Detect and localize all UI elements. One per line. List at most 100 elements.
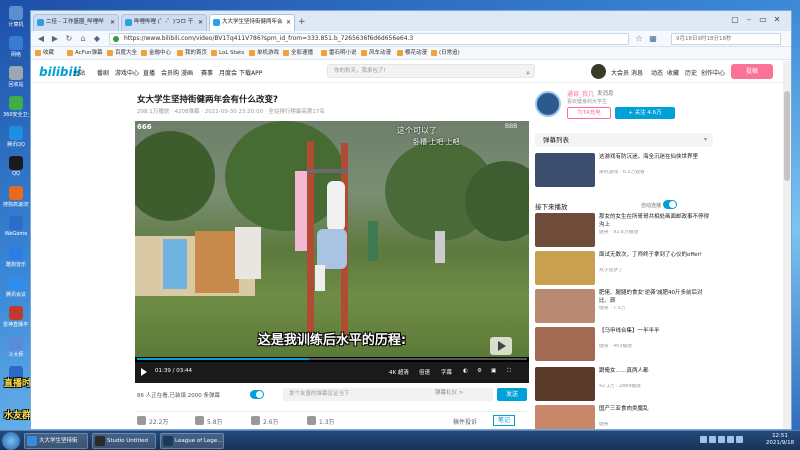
subtitle-toggle[interactable]: 字幕 (441, 368, 452, 376)
recommended-title[interactable]: 那女的女生在所哥哥共相处画面邮政事不停得沟上 (599, 213, 711, 229)
recommended-title[interactable]: 国产三亚食肉类魔乱 (599, 405, 711, 413)
restore-icon[interactable]: ▢ (729, 14, 741, 26)
video-thumbnail[interactable] (535, 367, 595, 401)
user-nav-item[interactable]: 创作中心 (701, 68, 725, 77)
bookmark-item[interactable]: 雷石明小说 (321, 49, 357, 58)
user-nav-item[interactable]: 动态 (651, 68, 663, 77)
desktop-icon[interactable]: 回收站 (3, 64, 29, 94)
site-nav-item[interactable]: 漫画 (181, 68, 193, 77)
taskbar-app-button[interactable]: 大大学生坚持街 (24, 433, 88, 449)
recommended-title[interactable]: 【马甲线合集】一半半半 (599, 327, 711, 335)
upload-button[interactable]: 投稿 (731, 64, 773, 79)
video-frame[interactable]: 666 这个可以了 卧槽·上吧·上吧 BBB 这是我训练后水平的历程: (135, 121, 529, 357)
desktop-icon[interactable]: WeGame (3, 214, 29, 244)
bookmark-item[interactable]: 单机游戏 (249, 49, 279, 58)
user-avatar[interactable] (591, 64, 606, 79)
desktop-icon[interactable]: 360安全卫士 (3, 94, 29, 124)
favorite-button[interactable]: 2.6万 (251, 416, 279, 426)
recommended-title[interactable]: 面试无数次，丁师终于拿到了心仪的offer! (599, 251, 711, 259)
danmaku-etiquette-link[interactable]: 弹幕礼仪 > (435, 387, 463, 400)
site-nav-item[interactable]: 下载APP (239, 68, 262, 77)
volume-icon[interactable] (727, 436, 734, 443)
extension-icon[interactable]: ▦ (647, 33, 659, 45)
bookmark-item[interactable]: 全影速播 (283, 49, 313, 58)
recommended-video[interactable]: 国产三亚食肉类魔乱 健身 (535, 405, 713, 429)
user-nav-item[interactable]: 大会员 (611, 68, 629, 77)
video-thumbnail[interactable] (535, 289, 595, 323)
desktop-icon[interactable]: 计算机 (3, 4, 29, 34)
recommended-video[interactable]: 【马甲线合集】一半半半 健身 · 463播放 (535, 327, 713, 361)
recommended-title[interactable]: 肥佬、腿腿的食女'逆袭'减肥40斤多前后对比、颜 (599, 289, 711, 305)
pip-icon[interactable]: ▣ (491, 368, 496, 374)
taskbar-app-button[interactable]: Studio Untitled (92, 433, 156, 449)
bookmark-item[interactable]: 樱花动漫 (397, 49, 427, 58)
fullscreen-icon[interactable]: ⛶ (507, 368, 511, 375)
desktop-icon[interactable]: 搜狗高速浏览器 (3, 184, 29, 214)
danmaku-toggle[interactable] (250, 390, 264, 399)
url-input[interactable]: https://www.bilibili.com/video/BV1Tq411V… (109, 33, 629, 45)
site-nav-item[interactable]: 会员购 (161, 68, 179, 77)
recommended-title[interactable]: 跟俺女……真两人都 (599, 367, 711, 375)
site-search-input[interactable]: 你的秋天，我承包了! ⌕ (327, 64, 535, 78)
ime-icon[interactable] (736, 436, 743, 443)
bookmark-item[interactable]: 风车动漫 (361, 49, 391, 58)
home-icon[interactable]: ⌂ (77, 33, 89, 45)
refresh-icon[interactable]: ↻ (63, 33, 75, 45)
send-danmaku-button[interactable]: 发送 (497, 388, 527, 401)
maximize-icon[interactable]: ▭ (757, 14, 769, 26)
site-nav-item[interactable]: 月度会 (219, 68, 237, 77)
desktop-icon[interactable]: 腾讯QQ (3, 124, 29, 154)
scroll-thumb[interactable] (784, 91, 790, 181)
play-overlay-icon[interactable] (490, 337, 512, 355)
charge-button[interactable]: 为TA充电 (567, 107, 611, 119)
video-thumbnail[interactable] (535, 251, 595, 285)
volume-icon[interactable]: ◐ (463, 368, 468, 374)
desktop-icon[interactable]: 腾讯会议 (3, 274, 29, 304)
site-nav-item[interactable]: 赛事 (201, 68, 213, 77)
tray-icon[interactable] (700, 436, 707, 443)
site-nav-item[interactable]: 番剧 (97, 68, 109, 77)
uploader-name[interactable]: 通宵_我几 (567, 89, 594, 98)
bookmark-item[interactable]: 我的首页 (177, 49, 207, 58)
progress-bar[interactable] (137, 358, 527, 360)
video-thumbnail[interactable] (535, 213, 595, 247)
tray-icon[interactable] (709, 436, 716, 443)
note-button[interactable]: 笔记 (493, 415, 516, 426)
close-tab-icon[interactable]: ✕ (286, 15, 291, 30)
report-link[interactable]: 稿件投诉 (453, 417, 477, 426)
browser-search-input[interactable]: 9月18日9时18分18秒 (671, 33, 781, 45)
speed-selector[interactable]: 倍速 (419, 368, 430, 376)
bookmark-item[interactable]: 收藏 (35, 49, 54, 58)
follow-button[interactable]: + 关注 4.6万 (615, 107, 675, 119)
recommended-video[interactable]: 跟俺女……真两人都 42.1万 · 2889播放 (535, 367, 713, 401)
forward-icon[interactable]: ▶ (49, 33, 61, 45)
site-nav-item[interactable]: 直播 (143, 68, 155, 77)
bookmark-item[interactable]: 百度大全 (107, 49, 137, 58)
site-nav-item[interactable]: 主站 (73, 68, 85, 77)
shield-icon[interactable]: ◆ (91, 33, 103, 45)
star-bookmark-icon[interactable]: ☆ (633, 33, 645, 45)
start-button[interactable] (2, 432, 20, 450)
page-scrollbar[interactable] (783, 61, 791, 429)
send-message-link[interactable]: 发消息 (597, 89, 614, 97)
close-tab-icon[interactable]: ✕ (110, 15, 115, 30)
network-icon[interactable] (718, 436, 725, 443)
site-nav-item[interactable]: 游戏中心 (115, 68, 139, 77)
user-nav-item[interactable]: 消息 (631, 68, 643, 77)
video-thumbnail[interactable] (535, 327, 595, 361)
tab-1[interactable]: 二佳 - 工作篮圈_哔哩哔 ✕ (33, 14, 119, 31)
user-nav-item[interactable]: 历史 (685, 68, 697, 77)
desktop-icon[interactable]: 酷狗音乐 (3, 244, 29, 274)
minimize-icon[interactable]: – (743, 14, 755, 26)
danmaku-list-toggle[interactable]: 弹幕列表 ▾ (535, 133, 713, 147)
back-icon[interactable]: ◀ (35, 33, 47, 45)
desktop-icon[interactable]: 斗大师 (3, 334, 29, 364)
play-icon[interactable] (141, 368, 147, 376)
uploader-avatar[interactable] (535, 91, 561, 117)
bookmark-item[interactable]: LoL Stats (211, 49, 244, 58)
autoplay-toggle[interactable] (663, 200, 677, 209)
bookmark-item[interactable]: AcFun弹幕 (67, 49, 103, 58)
desktop-icon[interactable]: QQ (3, 154, 29, 184)
recommended-video[interactable]: 肥佬、腿腿的食女'逆袭'减肥40斤多前后对比、颜 健身 · 7.5万 (535, 289, 713, 323)
tab-2[interactable]: 哔哩哔哩 (゜-゜)つロ 干 ✕ (121, 14, 207, 31)
